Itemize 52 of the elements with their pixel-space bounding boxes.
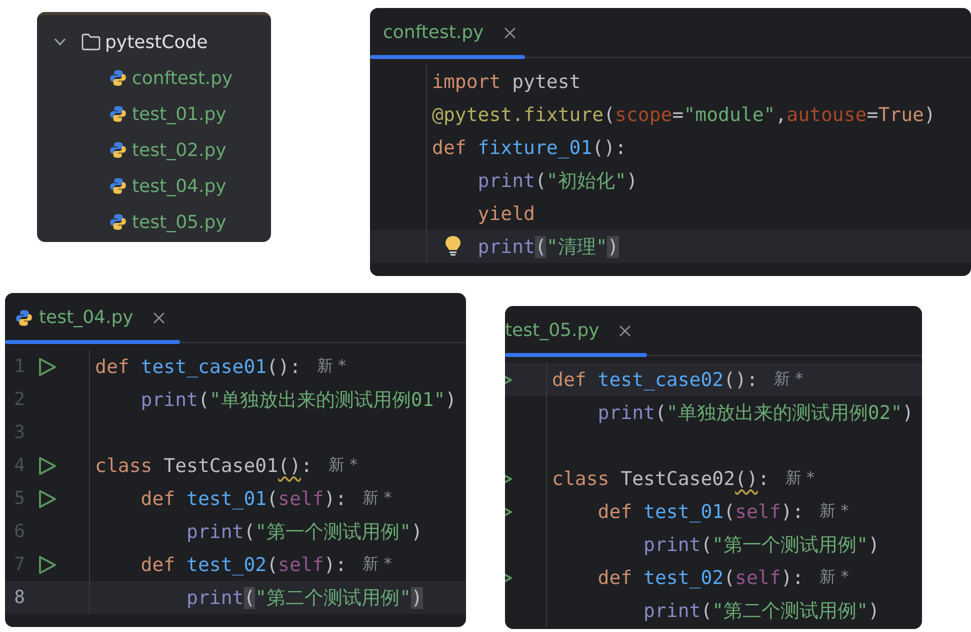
code-line: print("第二个测试用例") [642,598,880,624]
code-line: yield [476,202,535,224]
code-line: print("第一个测试用例") [186,520,423,544]
python-file-icon [109,177,127,195]
run-icon[interactable] [37,356,57,376]
close-icon[interactable] [153,312,166,324]
folder-name[interactable]: pytestCode [105,32,208,52]
author-hint[interactable]: 新 * [774,369,804,390]
line-number: 8 [13,587,25,608]
python-file-icon [109,141,127,159]
code-line: print("清理") [476,234,619,260]
code-line: def test_01(self): [140,488,347,510]
code-line: @pytest.fixture(scope="module",autouse=True) [432,104,936,126]
code-line: print("第二个测试用例") [186,586,423,610]
code-line: def test_case01(): [95,356,301,378]
author-hint[interactable]: 新 * [785,468,814,489]
code-line: def test_01(self): [596,500,804,522]
code-line: print("单独放出来的测试用例02") [596,400,914,426]
editor-tab[interactable]: test_04.py [5,293,180,342]
code-line: def test_02(self): [140,554,347,576]
author-hint[interactable]: 新 * [362,554,392,575]
code-line: def test_case02(): [552,368,758,390]
python-file-icon [109,105,127,123]
run-icon[interactable] [37,554,57,574]
close-icon[interactable] [619,324,632,336]
code-line: print("第一个测试用例") [642,532,880,558]
code-line: def test_02(self): [596,566,804,588]
author-hint[interactable]: 新 * [328,455,358,476]
editor-tab[interactable]: test_05.py [505,306,648,355]
code-line: class TestCase01(): [95,454,312,476]
author-hint[interactable]: 新 * [362,488,392,509]
python-file-icon [109,69,127,87]
python-file-icon [109,213,127,231]
folder-icon [81,33,101,51]
author-hint[interactable]: 新 * [316,356,346,377]
author-hint[interactable]: 新 * [820,567,849,588]
file-name[interactable]: test_02.py [132,140,226,160]
file-name[interactable]: conftest.py [132,68,233,88]
run-icon[interactable] [37,456,57,476]
code-line: print("初始化") [476,168,638,194]
lightbulb-icon[interactable] [444,235,462,257]
code-line: import pytest [432,70,581,92]
file-name[interactable]: test_05.py [132,212,226,232]
code-line: def fixture_01(): [432,136,626,158]
run-icon[interactable] [37,488,57,508]
editor-tab[interactable]: conftest.py [370,8,525,57]
author-hint[interactable]: 新 * [820,501,849,522]
close-icon[interactable] [504,26,516,38]
code-line: print("单独放出来的测试用例01") [140,388,457,412]
file-name[interactable]: test_04.py [132,176,226,196]
file-name[interactable]: test_01.py [132,104,226,124]
code-line: class TestCase02(): [552,468,770,490]
